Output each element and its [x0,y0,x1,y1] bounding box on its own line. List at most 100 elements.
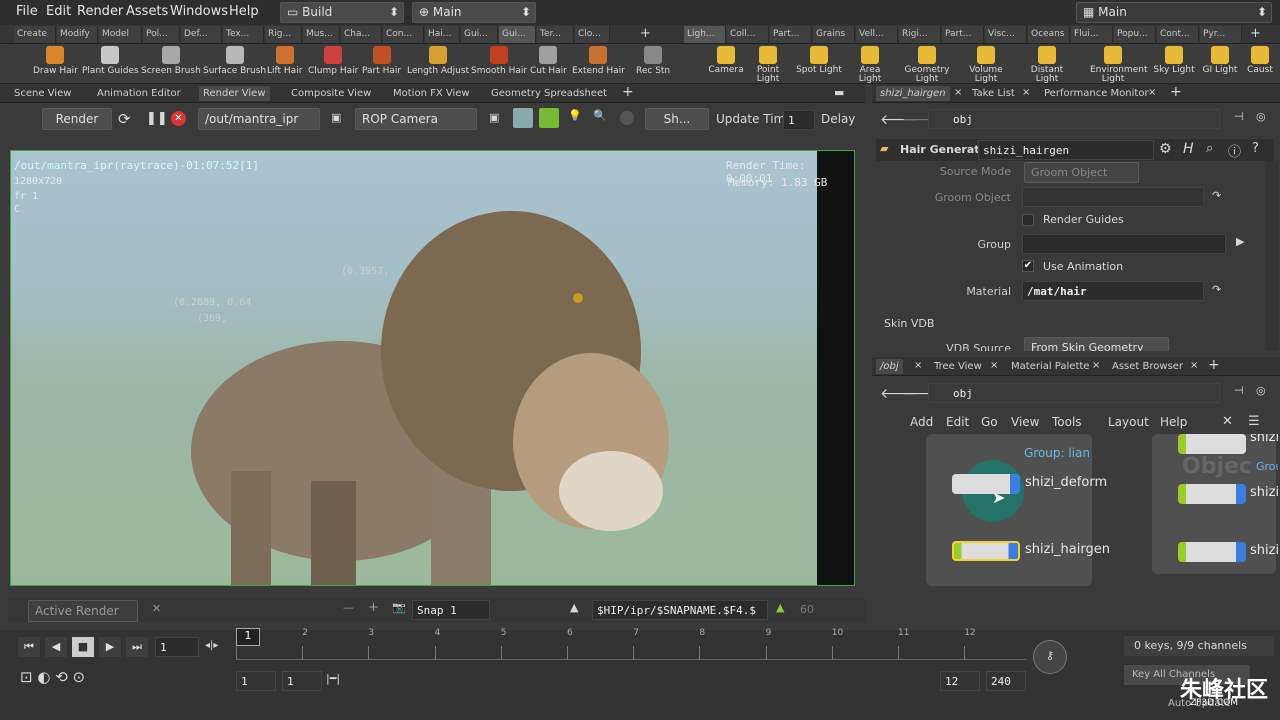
tool-button[interactable]: Sky Light [1151,46,1197,75]
tool-button[interactable]: Rec Stn [636,46,670,76]
tool-button[interactable]: Plant Guides [82,46,139,76]
active-render-dropdown[interactable]: Active Render [28,600,138,622]
network-menu-item[interactable]: Layout [1108,415,1149,429]
node-shizi-deform[interactable] [952,474,1020,494]
list-icon[interactable]: ☰ [1248,414,1260,429]
pane-menu-icon[interactable]: ▬ [834,86,844,99]
main-dropdown[interactable]: ▦ Main ⬍ [1076,2,1272,23]
menu-file[interactable]: File [16,4,38,19]
tool-button[interactable]: Surface Brush [203,46,266,76]
shelf-tab[interactable]: Visc... [985,26,1027,43]
tool-button[interactable]: Length Adjust [407,46,469,76]
node-right-1[interactable] [1178,434,1246,454]
shelf-tab[interactable]: Def... [181,26,222,43]
shelf-tab[interactable]: Rig... [265,26,302,43]
shelf-tab[interactable]: Popu... [1114,26,1156,43]
param-path-field[interactable]: obj [928,109,1220,129]
tool-button[interactable]: Spot Light [796,46,842,75]
pause-icon[interactable]: ❚❚ [146,111,168,126]
tool-button[interactable]: Caust [1237,46,1280,75]
material-field[interactable]: /mat/hair [1022,281,1204,301]
node-right-3-label[interactable]: shizi [1250,543,1278,558]
node-right-2[interactable] [1178,484,1246,504]
render-snap-icon[interactable]: ▲ [776,601,784,614]
node-shizi-hairgen[interactable] [952,541,1020,561]
shelf-tab[interactable]: Model [99,26,142,43]
camera-snap-icon[interactable]: 📷 [392,601,406,614]
render-viewport[interactable]: /out/mantra_ipr(raytrace)-01:07:52[1] 12… [10,150,855,586]
close-icon[interactable]: × [914,360,922,371]
pane-tab[interactable]: Scene View [10,86,75,101]
timeline-ruler[interactable]: 123456789101112 [236,628,1026,660]
tool-button[interactable]: Part Hair [362,46,401,76]
close-icon[interactable]: ✕ [152,602,161,615]
timeline-tools-icons[interactable]: ⊡ ◐ ⟲ ⊙ [20,668,85,686]
tool-button[interactable]: Geometry Light [904,46,950,84]
light-icon[interactable]: 💡 [568,109,582,122]
shelf-tab[interactable]: Part... [942,26,984,43]
tool-button[interactable]: Point Light [745,46,791,84]
jump-start-icon[interactable]: ⏮ [18,637,40,657]
menu-render[interactable]: Render [77,4,123,19]
shelf-tab[interactable]: Tex... [223,26,264,43]
pane-tab[interactable]: Composite View [287,86,375,101]
add-tab-icon[interactable]: + [622,84,634,100]
output-driver-dropdown[interactable]: /out/mantra_ipr [198,108,320,130]
shelf-tab[interactable]: Ter... [537,26,574,43]
node-jump-icon[interactable]: ↷ [1212,189,1221,202]
group-field[interactable] [1022,234,1226,254]
stop-icon[interactable]: ✕ [171,111,186,126]
update-time-field[interactable]: 1 [783,110,815,130]
tool-button[interactable]: Environment Light [1090,46,1147,84]
menu-windows[interactable]: Windows [170,4,228,19]
network-path-field[interactable]: obj [928,383,1220,403]
shelf-tab[interactable]: Grains [813,26,855,43]
add-shelf-icon-right[interactable]: + [1250,26,1261,41]
tools-icon[interactable]: ✕ [1222,414,1233,429]
network-menu-item[interactable]: Go [981,415,998,429]
vdb-source-dropdown[interactable]: From Skin Geometry [1024,337,1169,351]
end-frame-field[interactable]: 12 [940,671,980,691]
shading-dropdown[interactable]: Sh... [645,108,709,130]
shelf-tab[interactable]: Gui... [461,26,498,43]
node-right-1-label[interactable]: shizi [1250,434,1278,445]
snap-field[interactable]: Snap 1 [412,600,490,620]
link-icon[interactable]: ◎ [1256,110,1266,123]
render-guides-checkbox[interactable] [1022,214,1034,226]
sphere-icon[interactable] [620,111,634,125]
magnify-icon[interactable]: 🔍 [593,109,607,122]
close-icon[interactable]: × [1092,360,1100,371]
tool-button[interactable]: Volume Light [963,46,1009,84]
play-icon[interactable]: ▶ [99,637,121,657]
add-tab-icon[interactable]: + [1208,357,1220,373]
shelf-tab[interactable]: Gui... [499,26,536,43]
viewport-dropdown[interactable]: ⊕ Main ⬍ [412,2,536,23]
tool-button[interactable]: Extend Hair [572,46,625,76]
snapshot-icon[interactable]: ▣ [489,111,499,124]
node-right-2-label[interactable]: shizi [1250,485,1278,500]
desktop-dropdown[interactable]: ▭ Build ⬍ [280,2,404,23]
save-icon[interactable]: ▲ [570,601,578,614]
menu-help[interactable]: Help [229,4,259,19]
network-menu-item[interactable]: View [1011,415,1039,429]
shelf-tab[interactable]: Cont... [1157,26,1199,43]
add-tab-icon[interactable]: + [1170,84,1182,100]
refresh-icon[interactable]: ⟳ [118,110,131,128]
tool-button[interactable]: Cut Hair [530,46,567,76]
tool-button[interactable]: Area Light [847,46,893,84]
preview-icon[interactable] [513,108,533,128]
add-shelf-icon[interactable]: + [640,26,651,41]
tab-obj[interactable]: /obj [876,359,903,374]
network-menu-item[interactable]: Tools [1052,415,1082,429]
shelf-tab[interactable]: Vell... [856,26,898,43]
groom-object-field[interactable] [1022,187,1204,207]
render-button[interactable]: Render [42,108,112,130]
tab-tree-view[interactable]: Tree View [930,359,986,374]
snap-path-field[interactable]: $HIP/ipr/$SNAPNAME.$F4.$ [592,600,768,620]
network-menu-item[interactable]: Help [1160,415,1187,429]
tab-performance-monitor[interactable]: Performance Monitor [1040,86,1153,101]
tool-button[interactable]: Draw Hair [33,46,78,76]
tab-asset-browser[interactable]: Asset Browser [1108,359,1187,374]
key-icon[interactable]: ⚷ [1033,640,1067,674]
shelf-tab[interactable]: Con... [383,26,424,43]
